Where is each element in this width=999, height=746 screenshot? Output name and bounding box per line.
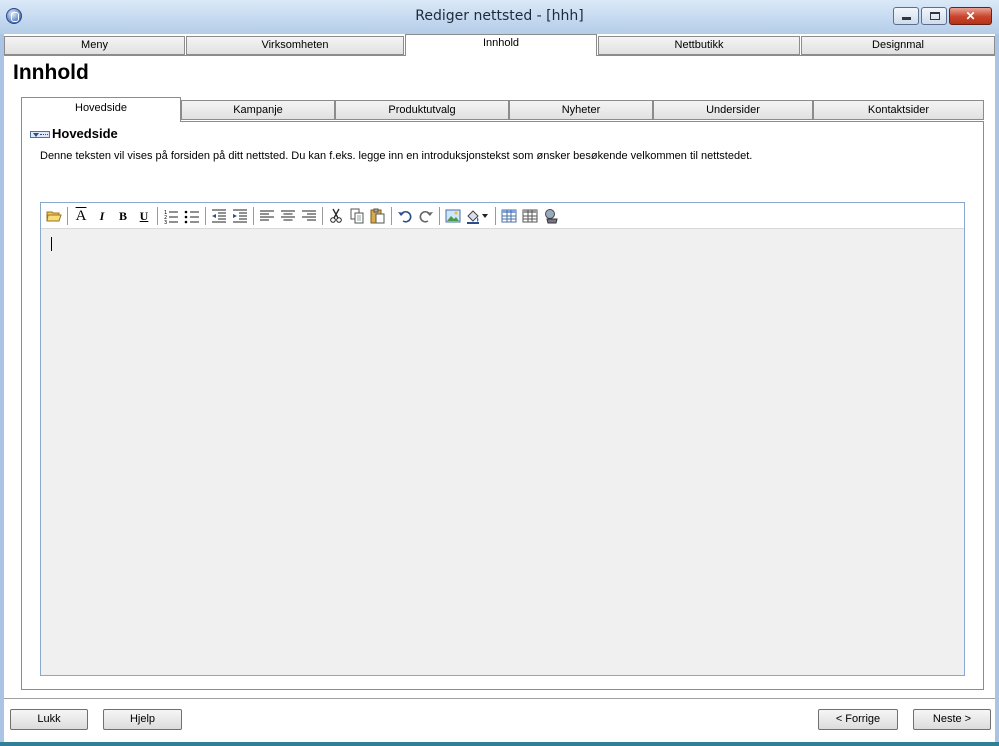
close-button[interactable]: Lukk	[10, 709, 88, 730]
color-dropdown-icon[interactable]	[465, 207, 491, 225]
next-button[interactable]: Neste >	[913, 709, 991, 730]
section-description: Denne teksten vil vises på forsiden på d…	[40, 150, 753, 162]
rich-text-editor[interactable]: A I B U 123	[40, 202, 965, 676]
undo-icon[interactable]	[396, 207, 414, 225]
maximize-icon	[930, 12, 940, 20]
minimize-icon	[902, 17, 911, 20]
toolbar-separator	[205, 207, 206, 225]
table-properties-icon[interactable]	[521, 207, 539, 225]
editor-toolbar: A I B U 123	[41, 203, 964, 229]
client-area: Meny Virksomheten Innhold Nettbutikk Des…	[4, 34, 995, 742]
align-center-icon[interactable]	[279, 207, 297, 225]
toolbar-separator	[67, 207, 68, 225]
insert-table-icon[interactable]	[500, 207, 518, 225]
minimize-button[interactable]	[893, 7, 919, 25]
page-title: Innhold	[13, 61, 89, 84]
taskbar-strip	[0, 742, 999, 746]
tab-virksomheten[interactable]: Virksomheten	[186, 36, 404, 55]
tab-designmal[interactable]: Designmal	[801, 36, 995, 55]
subtab-kampanje[interactable]: Kampanje	[181, 100, 335, 120]
tab-innhold[interactable]: Innhold	[405, 34, 597, 56]
paste-icon[interactable]	[369, 207, 387, 225]
increase-indent-icon[interactable]	[231, 207, 249, 225]
app-window: Rediger nettsted - [hhh] ✕ Meny Virksomh…	[0, 0, 999, 746]
window-title: Rediger nettsted - [hhh]	[415, 8, 584, 24]
align-right-icon[interactable]	[300, 207, 318, 225]
close-icon: ✕	[965, 9, 976, 23]
toolbar-separator	[322, 207, 323, 225]
spellcheck-icon[interactable]	[542, 207, 560, 225]
subtab-nyheter[interactable]: Nyheter	[509, 100, 653, 120]
open-folder-icon[interactable]	[45, 207, 63, 225]
subtab-kontaktsider[interactable]: Kontaktsider	[813, 100, 984, 120]
copy-icon[interactable]	[348, 207, 366, 225]
bold-icon[interactable]: B	[114, 207, 132, 225]
tab-nettbutikk[interactable]: Nettbutikk	[598, 36, 800, 55]
main-tab-bar: Meny Virksomheten Innhold Nettbutikk Des…	[4, 34, 995, 56]
toolbar-separator	[439, 207, 440, 225]
bullet-list-icon[interactable]	[183, 207, 201, 225]
subtab-undersider[interactable]: Undersider	[653, 100, 813, 120]
numbered-list-icon[interactable]: 123	[162, 207, 180, 226]
cut-icon[interactable]	[327, 207, 345, 225]
section-title: Hovedside	[52, 126, 118, 141]
font-icon[interactable]: A	[72, 207, 90, 225]
footer-divider	[4, 698, 995, 699]
subtab-produktutvalg[interactable]: Produktutvalg	[335, 100, 509, 120]
subtab-hovedside[interactable]: Hovedside	[21, 97, 181, 122]
window-controls: ✕	[893, 7, 992, 25]
maximize-button[interactable]	[921, 7, 947, 25]
align-left-icon[interactable]	[258, 207, 276, 225]
toolbar-separator	[391, 207, 392, 225]
tab-meny[interactable]: Meny	[4, 36, 185, 55]
italic-icon[interactable]: I	[93, 207, 111, 225]
toolbar-separator	[495, 207, 496, 225]
text-cursor	[51, 237, 52, 251]
underline-icon[interactable]: U	[135, 207, 153, 225]
redo-icon[interactable]	[417, 207, 435, 225]
previous-button[interactable]: < Forrige	[818, 709, 898, 730]
decrease-indent-icon[interactable]	[210, 207, 228, 225]
title-bar[interactable]: Rediger nettsted - [hhh] ✕	[0, 0, 999, 34]
collapse-section-icon[interactable]	[30, 131, 50, 138]
toolbar-separator	[253, 207, 254, 225]
svg-text:3: 3	[164, 220, 167, 225]
insert-image-icon[interactable]	[444, 207, 462, 225]
toolbar-separator	[157, 207, 158, 225]
help-button[interactable]: Hjelp	[103, 709, 182, 730]
close-window-button[interactable]: ✕	[949, 7, 992, 25]
